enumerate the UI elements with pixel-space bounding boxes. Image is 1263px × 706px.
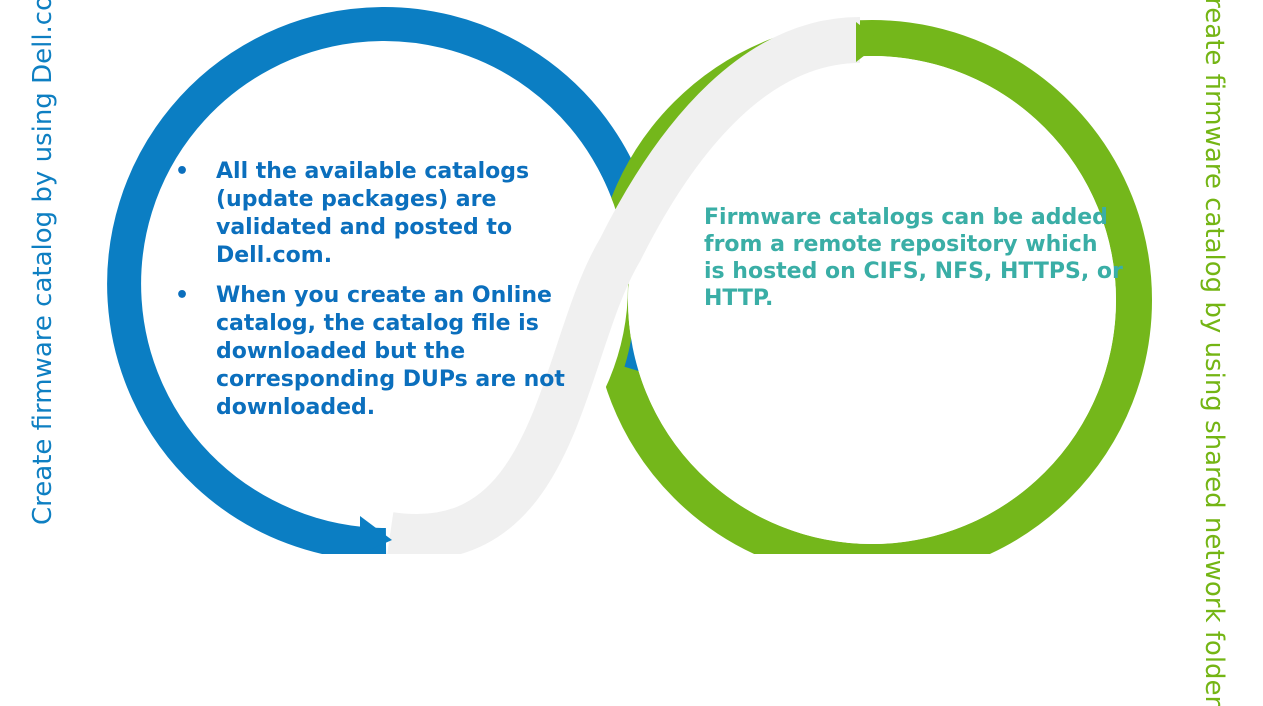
left-vertical-title: Create firmware catalog by using Dell.co… <box>28 0 58 525</box>
bullet-item: • When you create an Online catalog, the… <box>172 282 592 422</box>
bullet-dot-icon: • <box>174 159 190 184</box>
bullet-text: When you create an Online catalog, the c… <box>216 283 565 420</box>
bullet-dot-icon: • <box>174 283 190 308</box>
left-circle-bullets: • All the available catalogs (update pac… <box>172 158 592 434</box>
right-circle-text: Firmware catalogs can be added from a re… <box>704 205 1123 311</box>
bullet-item: • All the available catalogs (update pac… <box>172 158 592 270</box>
bullet-text: All the available catalogs (update packa… <box>216 159 530 268</box>
right-vertical-title: Create firmware catalog by using shared … <box>1199 0 1229 706</box>
infinity-diagram: Create firmware catalog by using Dell.co… <box>0 0 1263 706</box>
